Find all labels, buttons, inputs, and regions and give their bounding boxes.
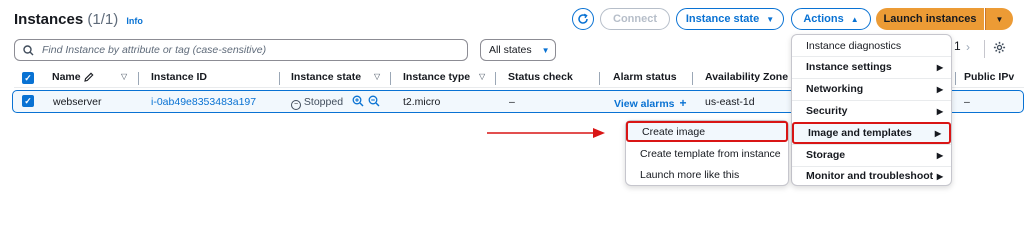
- column-divider: [279, 72, 280, 85]
- launch-instances-button[interactable]: Launch instances: [876, 8, 984, 30]
- column-divider: [390, 72, 391, 85]
- image-templates-submenu: Create image Create template from instan…: [625, 120, 789, 186]
- view-alarms-label: View alarms: [614, 98, 675, 110]
- instance-state-text: Stopped: [303, 96, 344, 108]
- next-page-icon[interactable]: ›: [966, 40, 970, 54]
- submenu-item-create-image[interactable]: Create image: [626, 121, 788, 142]
- check-icon: ✓: [24, 72, 32, 83]
- select-all-checkbox[interactable]: ✓: [22, 72, 34, 84]
- refresh-icon: [578, 13, 588, 24]
- menu-item-label: Instance settings: [806, 61, 892, 73]
- info-link[interactable]: Info: [126, 16, 143, 26]
- menu-item-label: Instance diagnostics: [806, 40, 902, 52]
- menu-item-label: Monitor and troubleshoot: [806, 170, 934, 182]
- caret-down-icon: ▼: [995, 14, 1004, 24]
- submenu-item-label: Create image: [642, 125, 706, 138]
- column-header-instance-id[interactable]: Instance ID: [151, 71, 207, 83]
- column-header-availability-zone[interactable]: Availability Zone: [705, 71, 788, 83]
- column-divider: [138, 72, 139, 85]
- menu-item-instance-settings[interactable]: Instance settings ▶: [792, 56, 951, 78]
- stopped-icon: −: [291, 100, 301, 110]
- column-header-instance-type[interactable]: Instance type: [403, 71, 470, 83]
- view-alarms-link[interactable]: View alarms +: [614, 96, 686, 110]
- instance-id-link[interactable]: i-0ab49e8353483a197: [151, 96, 256, 108]
- column-header-instance-state[interactable]: Instance state: [291, 71, 361, 83]
- column-divider: [495, 72, 496, 85]
- page-title: Instances (1/1) Info: [14, 11, 143, 28]
- search-placeholder: Find Instance by attribute or tag (case-…: [42, 44, 267, 56]
- state-filter-select[interactable]: All states ▼: [480, 39, 556, 61]
- instance-type: t2.micro: [403, 96, 441, 108]
- zoom-in-icon[interactable]: [352, 95, 364, 107]
- search-input[interactable]: Find Instance by attribute or tag (case-…: [14, 39, 468, 61]
- menu-item-monitor-and-troubleshoot[interactable]: Monitor and troubleshoot ▶: [792, 165, 951, 187]
- instance-state-status: − Stopped: [291, 96, 343, 110]
- check-icon: ✓: [24, 95, 32, 106]
- chevron-right-icon: ▶: [936, 62, 943, 72]
- menu-item-label: Networking: [806, 83, 864, 95]
- connect-button[interactable]: Connect: [600, 8, 670, 30]
- menu-item-label: Storage: [806, 149, 846, 161]
- caret-down-icon: ▼: [541, 45, 550, 55]
- state-filter-value: All states: [489, 44, 532, 56]
- zoom-out-icon[interactable]: [368, 95, 380, 107]
- sort-icon[interactable]: ▽: [121, 72, 127, 81]
- menu-item-label: Image and templates: [808, 127, 912, 139]
- menu-item-networking[interactable]: Networking ▶: [792, 78, 951, 100]
- gear-icon[interactable]: [993, 41, 1006, 54]
- column-divider: [599, 72, 600, 85]
- column-divider: [692, 72, 693, 85]
- column-header-public-ip[interactable]: Public IPv: [964, 71, 1014, 83]
- column-divider: [955, 72, 956, 85]
- refresh-button[interactable]: [572, 8, 594, 30]
- column-header-alarm-status[interactable]: Alarm status: [613, 71, 677, 83]
- search-icon: [23, 44, 34, 55]
- submenu-item-launch-more[interactable]: Launch more like this: [626, 164, 788, 185]
- submenu-item-label: Launch more like this: [640, 168, 740, 181]
- instance-count: (1/1): [87, 11, 119, 28]
- public-ip: –: [964, 96, 970, 108]
- chevron-right-icon: ▶: [936, 150, 943, 160]
- chevron-right-icon: ▶: [936, 171, 943, 181]
- instance-state-button[interactable]: Instance state ▼: [676, 8, 784, 30]
- column-header-name[interactable]: Name: [52, 71, 81, 83]
- menu-item-security[interactable]: Security ▶: [792, 100, 951, 122]
- chevron-right-icon: ▶: [936, 106, 943, 116]
- submenu-item-label: Create template from instance: [640, 147, 781, 160]
- instance-name: webserver: [53, 96, 102, 108]
- caret-down-icon: ▼: [766, 14, 775, 24]
- menu-item-instance-diagnostics[interactable]: Instance diagnostics: [792, 35, 951, 57]
- arrow-annotation-icon: [487, 128, 605, 138]
- caret-up-icon: ▲: [850, 14, 859, 24]
- actions-menu: Instance diagnostics Instance settings ▶…: [791, 34, 952, 186]
- sort-icon[interactable]: ▽: [479, 72, 485, 81]
- edit-icon: [84, 72, 94, 82]
- actions-label: Actions: [803, 13, 844, 25]
- page-number[interactable]: 1: [954, 39, 961, 53]
- sort-icon[interactable]: ▽: [374, 72, 380, 81]
- launch-dropdown-button[interactable]: ▼: [985, 8, 1013, 30]
- column-header-status-check[interactable]: Status check: [508, 71, 573, 83]
- page-title-text: Instances: [14, 11, 84, 28]
- actions-button[interactable]: Actions ▲: [791, 8, 871, 30]
- instance-state-label: Instance state: [685, 13, 760, 25]
- menu-item-image-and-templates[interactable]: Image and templates ▶: [792, 122, 951, 144]
- divider: [984, 40, 985, 58]
- plus-icon: +: [679, 96, 687, 110]
- chevron-right-icon: ▶: [936, 84, 943, 94]
- chevron-right-icon: ▶: [934, 128, 941, 138]
- status-check: –: [509, 96, 515, 108]
- row-checkbox[interactable]: ✓: [22, 95, 34, 107]
- menu-item-label: Security: [806, 105, 848, 117]
- menu-item-storage[interactable]: Storage ▶: [792, 144, 951, 166]
- submenu-item-create-template[interactable]: Create template from instance: [626, 143, 788, 164]
- availability-zone: us-east-1d: [705, 96, 755, 108]
